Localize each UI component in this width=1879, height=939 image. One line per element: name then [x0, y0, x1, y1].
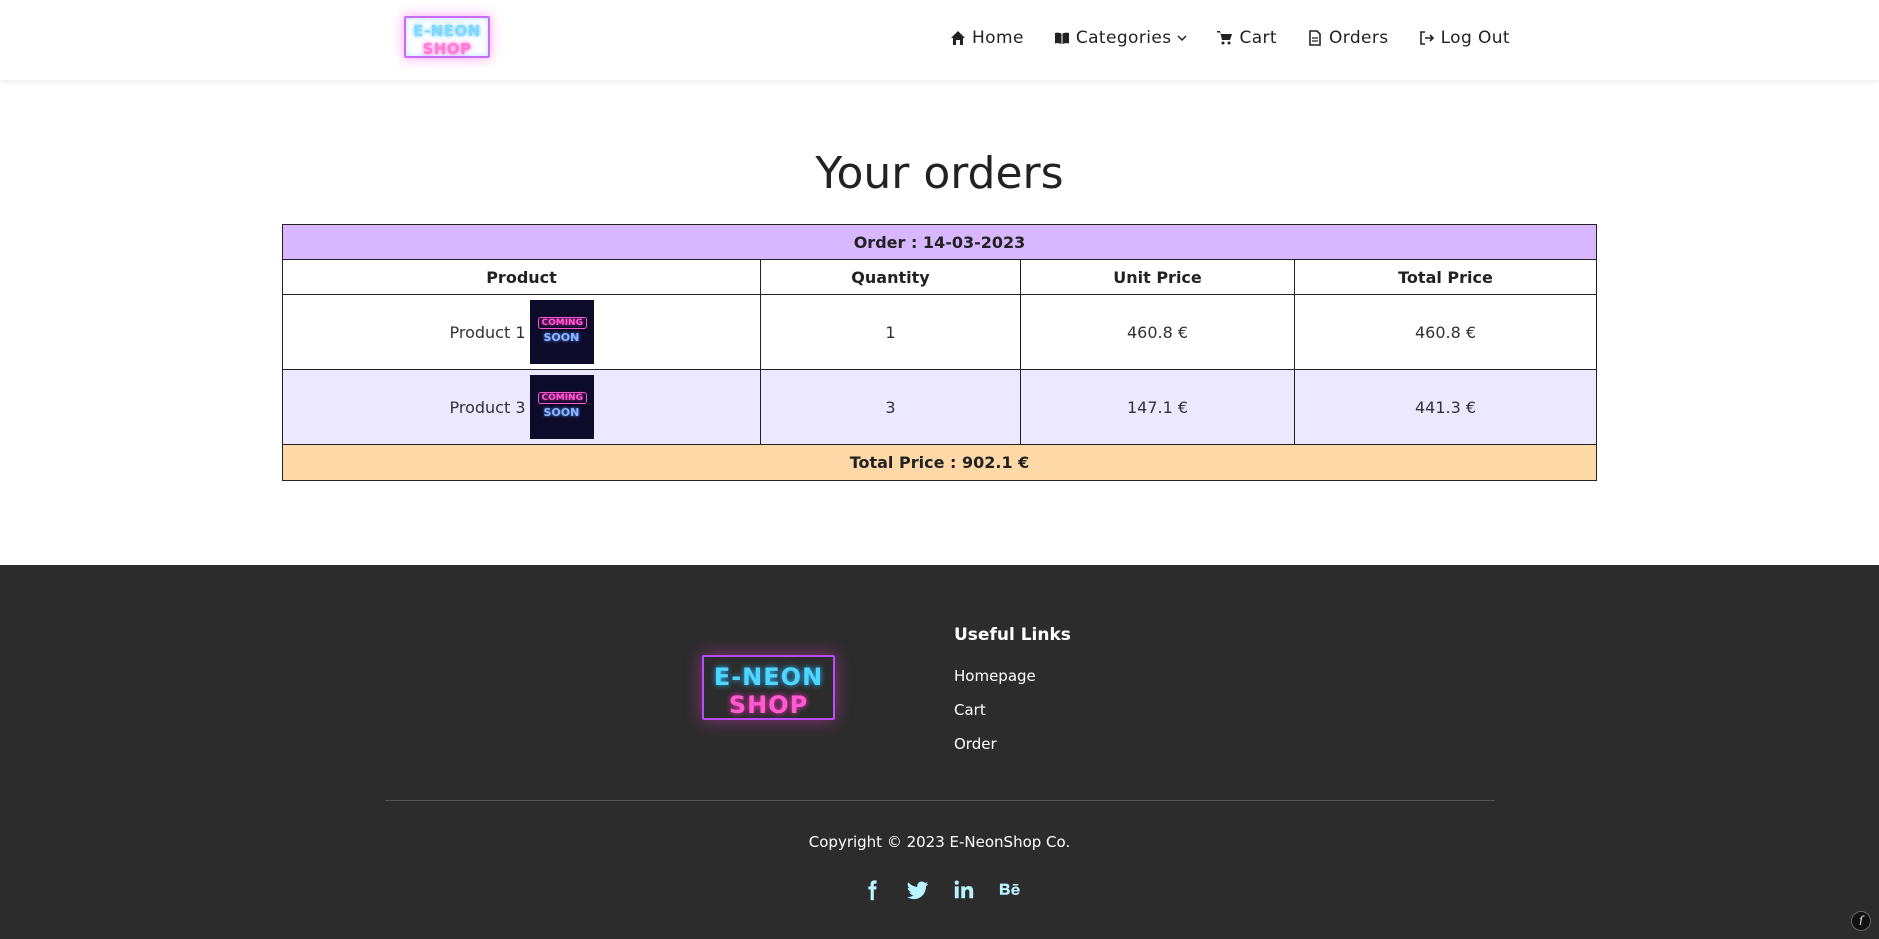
nav-logout-label: Log Out — [1440, 28, 1510, 48]
total-price-cell: 441.3 € — [1294, 369, 1597, 445]
order-date: Order : 14-03-2023 — [282, 224, 1597, 260]
order-total-row: Total Price : 902.1 € — [282, 444, 1597, 481]
order-total: Total Price : 902.1 € — [282, 444, 1597, 481]
social-links — [860, 878, 1022, 902]
behance-icon[interactable] — [998, 878, 1022, 902]
linkedin-icon[interactable] — [952, 878, 976, 902]
main-nav: Home Categories Cart Orders Log Out — [950, 28, 1510, 48]
page-title: Your orders — [815, 148, 1064, 199]
file-icon — [1309, 30, 1321, 46]
table-row: Product 1 COMING SOON 1 460.8 € 460.8 € — [282, 294, 1597, 370]
unit-price-cell: 460.8 € — [1020, 294, 1295, 370]
nav-logout[interactable]: Log Out — [1419, 28, 1510, 48]
column-header-unit-price: Unit Price — [1020, 259, 1295, 295]
column-header-total-price: Total Price — [1294, 259, 1597, 295]
thumbnail-text-line1: COMING — [537, 392, 587, 404]
table-header-row: Product Quantity Unit Price Total Price — [282, 259, 1597, 295]
footer-link-order[interactable]: Order — [954, 735, 997, 753]
nav-home-label: Home — [972, 28, 1024, 48]
navbar: E-NEON SHOP Home Categories Cart Orders … — [0, 0, 1879, 80]
logout-icon — [1419, 31, 1434, 45]
footer-link-cart[interactable]: Cart — [954, 701, 986, 719]
twitter-icon[interactable] — [906, 878, 930, 902]
unit-price-cell: 147.1 € — [1020, 369, 1295, 445]
logo-line1: E-NEON — [413, 22, 481, 40]
nav-categories[interactable]: Categories — [1054, 28, 1188, 48]
footer-logo-line1: E-NEON — [713, 663, 824, 691]
thumbnail-text-line2: SOON — [543, 331, 580, 344]
nav-home[interactable]: Home — [950, 28, 1024, 48]
quantity-cell: 3 — [760, 369, 1021, 445]
logo[interactable]: E-NEON SHOP — [404, 16, 490, 58]
orders-table: Order : 14-03-2023 Product Quantity Unit… — [282, 224, 1597, 481]
thumbnail-text-line2: SOON — [543, 406, 580, 419]
product-cell: Product 3 COMING SOON — [282, 369, 761, 445]
footer-logo-line2: SHOP — [728, 691, 809, 719]
product-name[interactable]: Product 1 — [449, 323, 525, 342]
footer: E-NEON SHOP Useful Links Homepage Cart O… — [0, 565, 1879, 939]
copyright: Copyright © 2023 E-NeonShop Co. — [808, 833, 1071, 851]
home-icon — [951, 31, 965, 45]
useful-links-title: Useful Links — [954, 625, 1071, 645]
facebook-icon[interactable] — [860, 878, 884, 902]
symfony-icon[interactable]: ſ — [1851, 911, 1871, 931]
product-cell: Product 1 COMING SOON — [282, 294, 761, 370]
nav-orders[interactable]: Orders — [1307, 28, 1389, 48]
footer-logo[interactable]: E-NEON SHOP — [702, 655, 835, 720]
nav-categories-label: Categories — [1075, 28, 1172, 48]
nav-cart-label: Cart — [1239, 28, 1277, 48]
footer-link-homepage[interactable]: Homepage — [954, 667, 1036, 685]
column-header-product: Product — [282, 259, 761, 295]
table-row: Product 3 COMING SOON 3 147.1 € 441.3 € — [282, 369, 1597, 445]
total-price-cell: 460.8 € — [1294, 294, 1597, 370]
product-thumbnail[interactable]: COMING SOON — [529, 300, 594, 364]
nav-orders-label: Orders — [1329, 28, 1389, 48]
nav-cart[interactable]: Cart — [1217, 28, 1277, 48]
chevron-down-icon — [1177, 35, 1187, 42]
thumbnail-text-line1: COMING — [537, 317, 587, 329]
footer-divider — [385, 800, 1495, 801]
product-thumbnail[interactable]: COMING SOON — [529, 375, 594, 439]
quantity-cell: 1 — [760, 294, 1021, 370]
product-name[interactable]: Product 3 — [449, 398, 525, 417]
book-icon — [1054, 32, 1069, 44]
logo-line2: SHOP — [422, 40, 472, 58]
cart-icon — [1217, 31, 1233, 45]
column-header-quantity: Quantity — [760, 259, 1021, 295]
order-header-row: Order : 14-03-2023 — [282, 224, 1597, 260]
